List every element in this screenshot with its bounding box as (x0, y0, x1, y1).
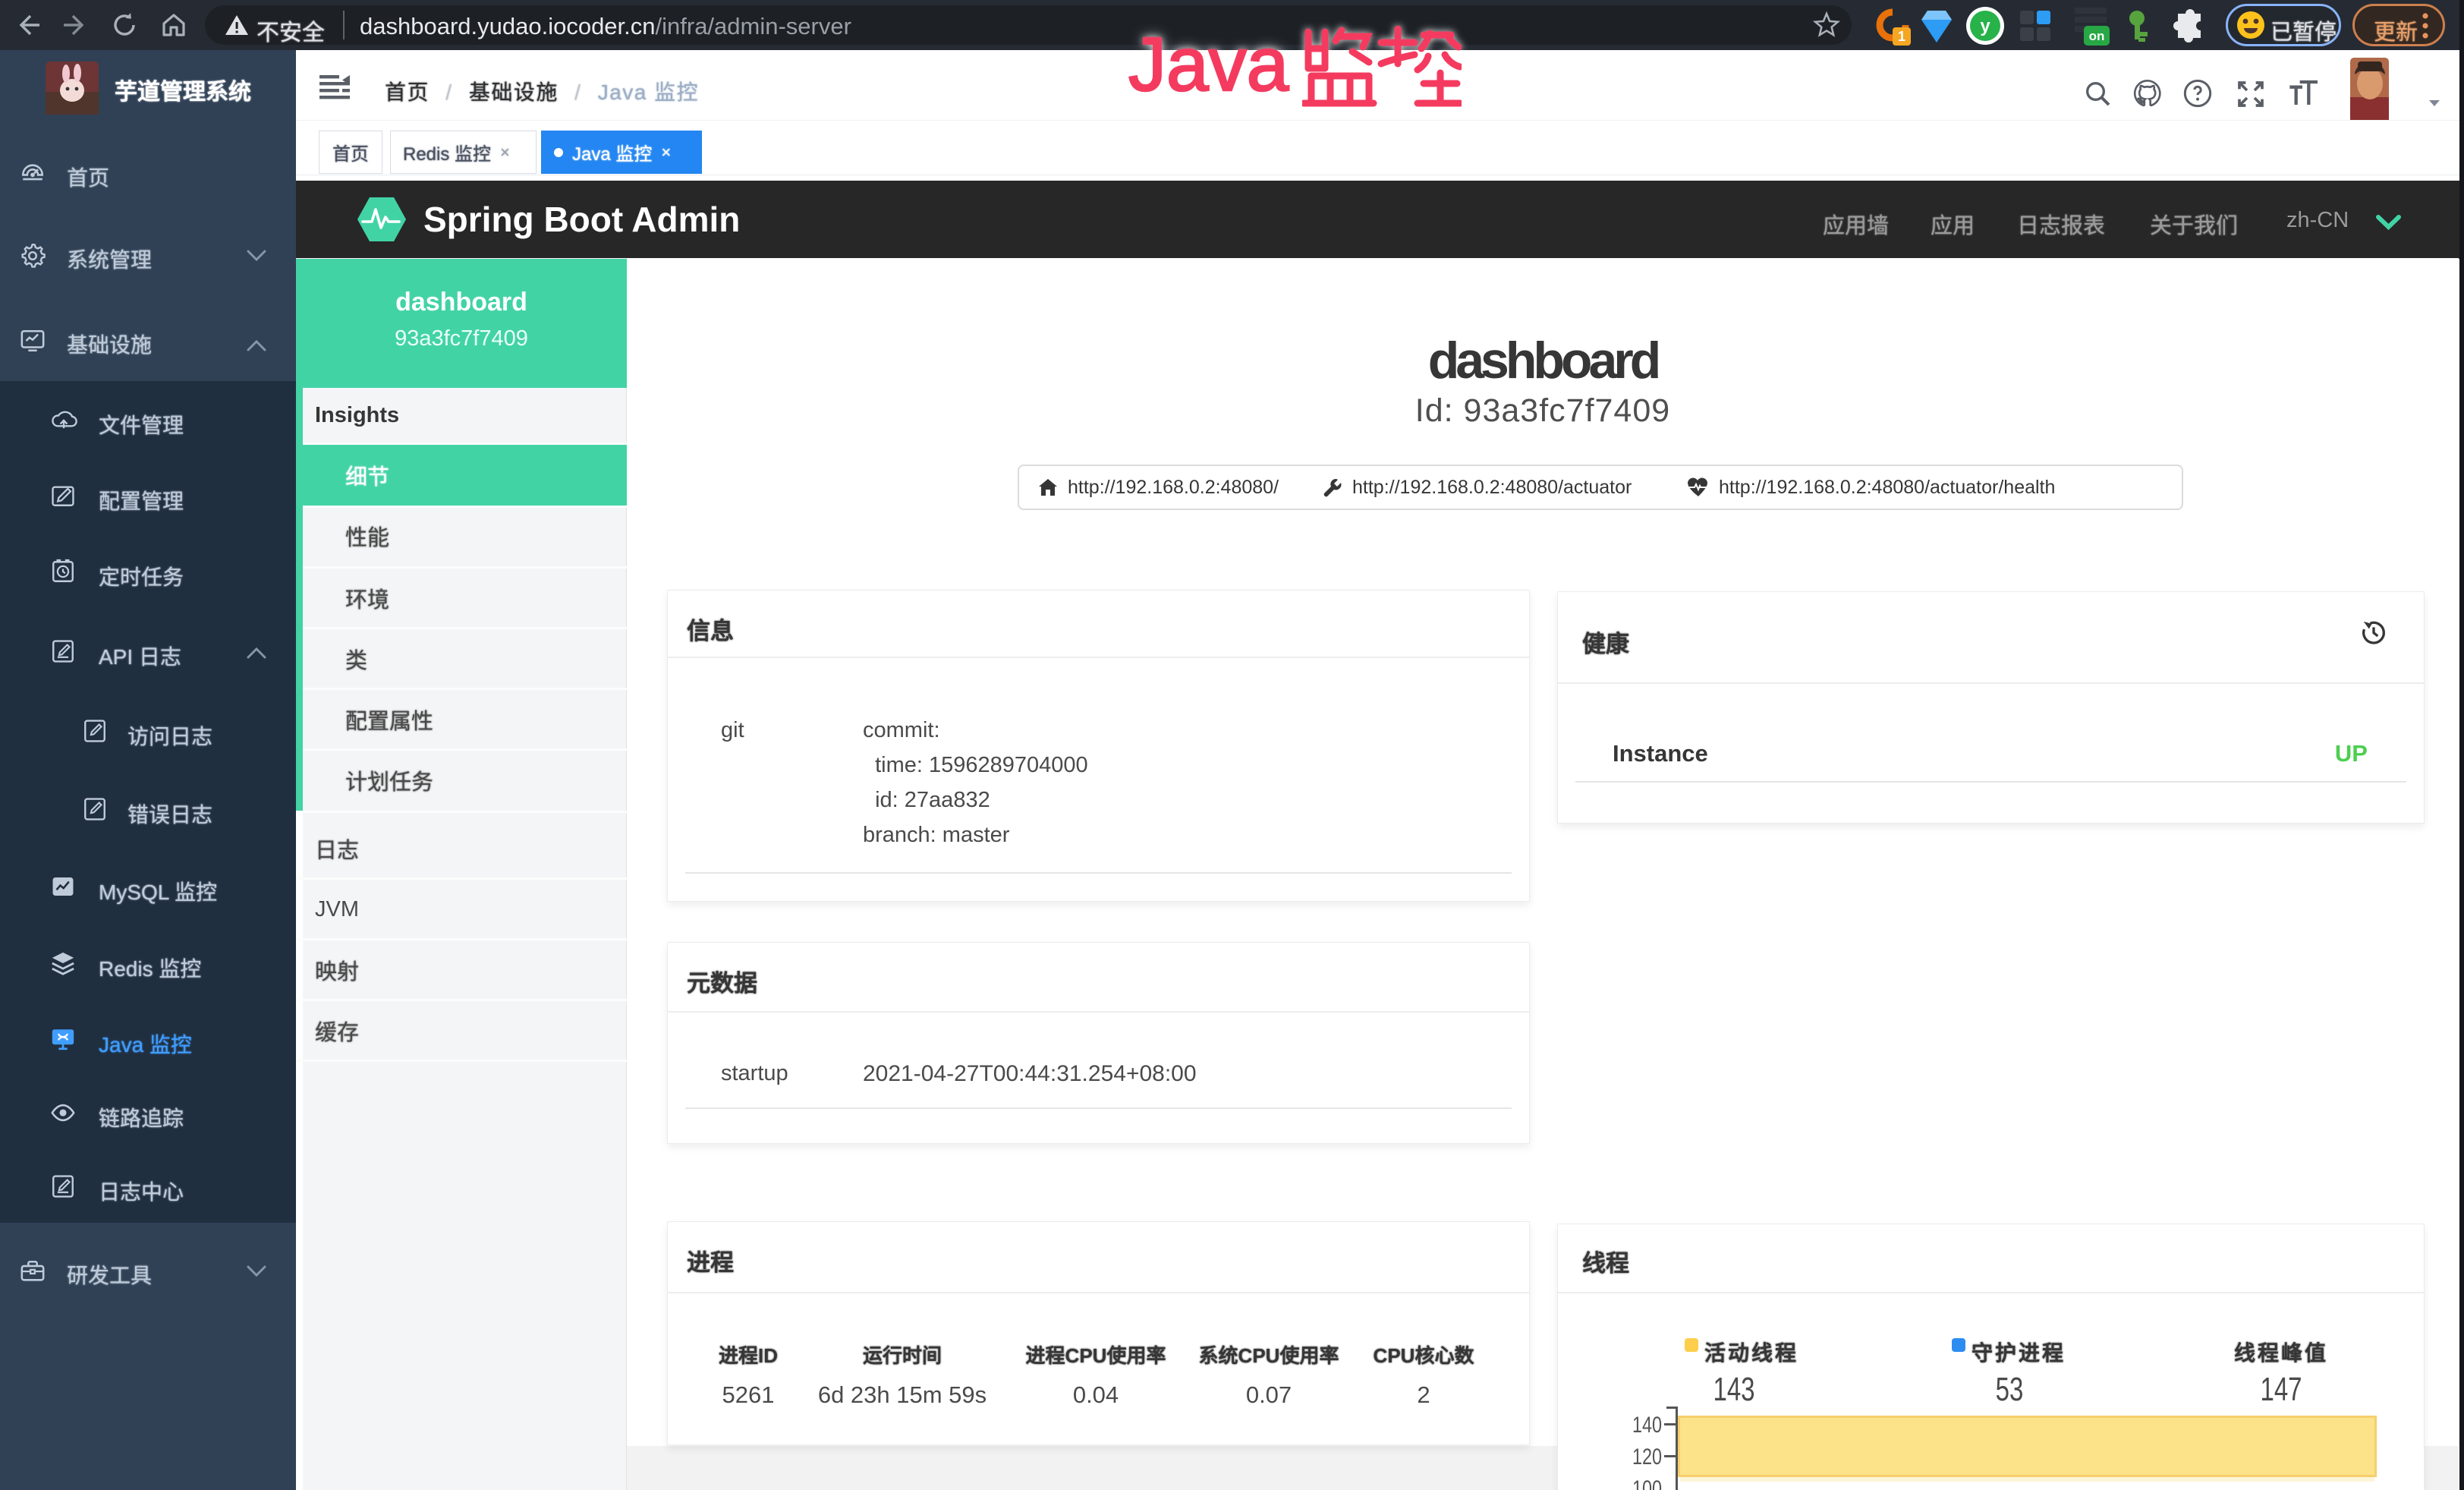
svg-text:y: y (1980, 16, 1990, 36)
svg-text:on: on (2089, 29, 2105, 43)
svg-text:1: 1 (1898, 29, 1905, 44)
